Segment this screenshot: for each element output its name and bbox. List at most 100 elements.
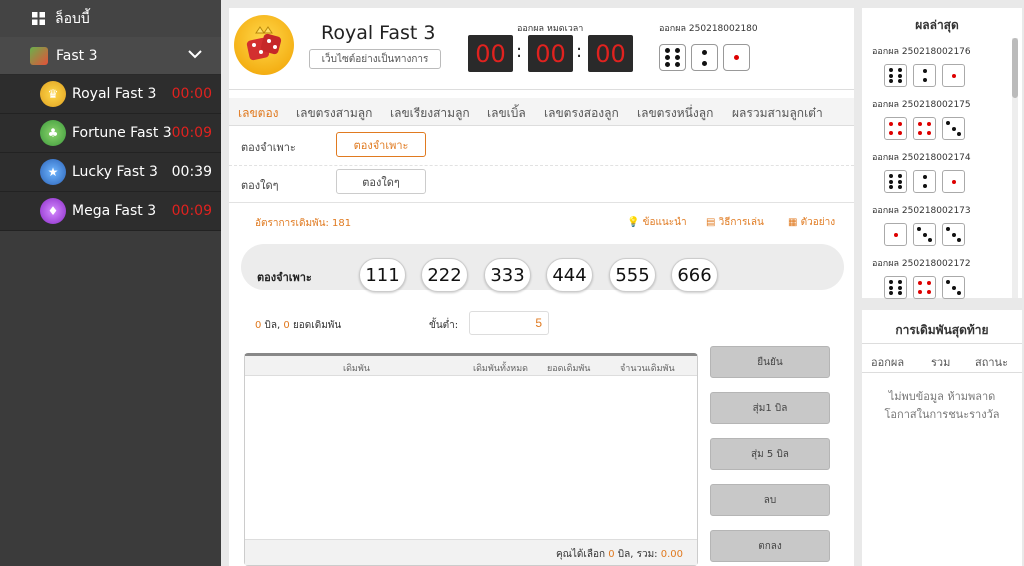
dice-logo-icon: [246, 26, 282, 61]
die-pip: [897, 291, 902, 296]
die-pip: [889, 122, 894, 127]
die-pip: [926, 122, 931, 127]
die-pip: [946, 121, 951, 126]
sidebar-lobby[interactable]: ล็อบบี้: [0, 0, 221, 38]
last-result-label: ออกผล 250218002180: [659, 24, 758, 34]
sidebar-item-fortune-fast3[interactable]: ♣ Fortune Fast 3 00:09: [0, 114, 221, 153]
tab-sum-three[interactable]: ผลรวมสามลูกเต๋า: [732, 104, 823, 123]
col-status: สถานะ: [975, 356, 1008, 369]
col-bet-amount: ยอดเดิมพัน: [547, 364, 591, 374]
tab-straight-three[interactable]: เลขตรงสามลูก: [296, 104, 372, 123]
die-pip: [889, 285, 894, 290]
die-pip: [893, 232, 898, 237]
die-3-icon: [942, 117, 965, 140]
sidebar-game-label: Lucky Fast 3: [72, 164, 158, 180]
grid-icon: [32, 12, 45, 25]
chevron-down-icon[interactable]: [187, 47, 203, 64]
min-bet-label: ขั้นต่ำ:: [429, 320, 459, 331]
die-pip: [951, 179, 956, 184]
random-1-bill-button[interactable]: สุ่ม1 บิล: [710, 392, 830, 424]
any-triple-button[interactable]: ตองใดๆ: [336, 169, 426, 194]
die-pip: [889, 173, 894, 178]
any-triple-label: ตองใดๆ: [241, 179, 279, 192]
die-pip: [926, 281, 931, 286]
latest-round-label: ออกผล 250218002173: [872, 206, 971, 216]
official-site-button[interactable]: เว็บไซต์อย่างเป็นทางการ: [309, 49, 441, 69]
die-1-icon: [942, 170, 965, 193]
sidebar-category-fast3[interactable]: Fast 3: [0, 37, 221, 75]
bet-type-tabs: เลขตอง เลขตรงสามลูก เลขเรียงสามลูก เลขเบ…: [229, 98, 854, 126]
die-pip: [922, 232, 927, 237]
footer-mid: บิล, รวม:: [614, 549, 661, 560]
howto-link[interactable]: ▤ วิธีการเล่น: [706, 215, 764, 230]
die-6-icon: [884, 64, 907, 87]
die-pip: [951, 285, 956, 290]
example-link[interactable]: ▦ ตัวอย่าง: [788, 215, 835, 230]
number-111-button[interactable]: 111: [359, 258, 406, 292]
sidebar-item-mega-fast3[interactable]: ♦ Mega Fast 3 00:09: [0, 192, 221, 231]
die-pip: [889, 179, 894, 184]
latest-round-label: ออกผล 250218002172: [872, 259, 971, 269]
min-bet-input[interactable]: [469, 311, 549, 335]
delete-button[interactable]: ลบ: [710, 484, 830, 516]
die-pip: [889, 130, 894, 135]
sidebar-lobby-label: ล็อบบี้: [55, 10, 90, 27]
countdown-separator: :: [576, 41, 583, 62]
divider: [229, 165, 854, 166]
latest-results-panel: ผลล่าสุด ออกผล 250218002176 ออกผล 2502180…: [862, 8, 1022, 299]
sidebar-game-timer: 00:09: [171, 203, 212, 219]
tab-sequence-three[interactable]: เลขเรียงสามลูก: [390, 104, 470, 123]
die-pip: [897, 67, 902, 72]
die-6-icon: [659, 44, 686, 71]
tips-link[interactable]: 💡 ข้อแนะนำ: [627, 215, 687, 230]
tab-double[interactable]: เลขเบิ้ล: [487, 104, 526, 123]
lucky-fast3-game-icon: ★: [40, 159, 66, 185]
number-222-button[interactable]: 222: [421, 258, 468, 292]
main-panel: Royal Fast 3 เว็บไซต์อย่างเป็นทางการ ออก…: [229, 8, 854, 566]
bill-text: บิล,: [261, 320, 284, 331]
col-bet-count: จำนวนเดิมพัน: [620, 364, 675, 374]
number-444-button[interactable]: 444: [546, 258, 593, 292]
tab-straight-two[interactable]: เลขตรงสองลูก: [544, 104, 619, 123]
random-5-bills-button[interactable]: สุ่ม 5 บิล: [710, 438, 830, 470]
die-2-icon: [691, 44, 718, 71]
bet-rate: อัตราการเดิมพัน: 181: [255, 218, 352, 229]
tab-straight-one[interactable]: เลขตรงหนึ่งลูก: [637, 104, 713, 123]
confirm-button[interactable]: ยืนยัน: [710, 346, 830, 378]
bet-table-header: เดิมพัน เดิมพันทั้งหมด ยอดเดิมพัน จำนวนเ…: [245, 356, 697, 376]
die-pip: [922, 78, 927, 83]
latest-round-label: ออกผล 250218002175: [872, 100, 971, 110]
page-title: Royal Fast 3: [321, 22, 436, 44]
countdown-minutes: 00: [528, 35, 573, 72]
scrollbar-thumb[interactable]: [1012, 38, 1018, 98]
footer-total: 0.00: [660, 549, 683, 560]
last-bet-panel: การเดิมพันสุดท้าย ออกผล รวม สถานะ ไม่พบข…: [862, 310, 1022, 566]
sidebar-game-label: Mega Fast 3: [72, 203, 157, 219]
number-666-button[interactable]: 666: [671, 258, 718, 292]
ok-button[interactable]: ตกลง: [710, 530, 830, 562]
fast3-category-icon: [30, 46, 48, 65]
die-pip: [946, 227, 951, 232]
sidebar-item-royal-fast3[interactable]: ♛ Royal Fast 3 00:00: [0, 75, 221, 114]
latest-round-label: ออกผล 250218002176: [872, 47, 971, 57]
example-icon: ▦: [788, 217, 798, 228]
number-555-button[interactable]: 555: [609, 258, 656, 292]
die-4-icon: [913, 117, 936, 140]
sidebar-item-lucky-fast3[interactable]: ★ Lucky Fast 3 00:39: [0, 153, 221, 192]
countdown-hours: 00: [468, 35, 513, 72]
tips-label: ข้อแนะนำ: [642, 217, 687, 228]
countdown-separator: :: [516, 41, 523, 62]
bet-table: เดิมพัน เดิมพันทั้งหมด ยอดเดิมพัน จำนวนเ…: [244, 353, 698, 566]
die-1-icon: [884, 223, 907, 246]
die-pip: [889, 185, 894, 190]
countdown-label: ออกผล หมดเวลา: [517, 24, 584, 34]
die-pip: [897, 122, 902, 127]
die-pip: [918, 281, 923, 286]
specific-triple-button[interactable]: ตองจำเพาะ: [336, 132, 426, 157]
number-333-button[interactable]: 333: [484, 258, 531, 292]
die-pip: [956, 237, 961, 242]
die-6-icon: [884, 170, 907, 193]
tab-triple[interactable]: เลขตอง: [238, 104, 279, 123]
sidebar-game-timer: 00:39: [171, 164, 212, 180]
die-pip: [951, 126, 956, 131]
